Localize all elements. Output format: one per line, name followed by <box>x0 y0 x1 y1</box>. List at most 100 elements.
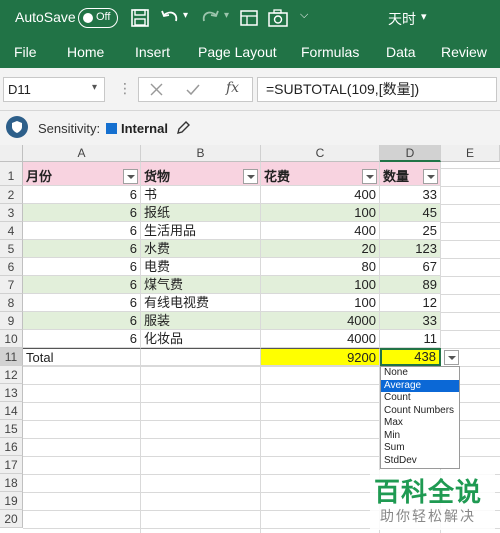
row-header[interactable]: 3 <box>0 204 23 222</box>
column-header-c[interactable]: C <box>261 145 380 162</box>
menu-option-count-numbers[interactable]: Count Numbers <box>381 405 459 418</box>
row-header[interactable]: 5 <box>0 240 23 258</box>
total-function-dropdown-icon[interactable] <box>444 350 459 365</box>
table-cell[interactable]: 服装 <box>141 312 261 330</box>
menu-option-count[interactable]: Count <box>381 392 459 405</box>
table-cell[interactable]: 12 <box>380 294 441 312</box>
row-header[interactable]: 4 <box>0 222 23 240</box>
confirm-entry-icon[interactable] <box>186 83 200 96</box>
table-cell[interactable]: 33 <box>380 312 441 330</box>
table-cell[interactable]: 6 <box>23 186 141 204</box>
row-header[interactable]: 15 <box>0 420 23 438</box>
table-cell[interactable]: 89 <box>380 276 441 294</box>
tab-page-layout[interactable]: Page Layout <box>198 37 277 68</box>
table-cell[interactable]: 水费 <box>141 240 261 258</box>
table-cell[interactable]: 6 <box>23 312 141 330</box>
table-cell[interactable]: 6 <box>23 204 141 222</box>
table-cell[interactable]: 33 <box>380 186 441 204</box>
undo-icon[interactable] <box>160 9 180 27</box>
row-header[interactable]: 12 <box>0 366 23 384</box>
table-cell[interactable]: 电费 <box>141 258 261 276</box>
table-cell[interactable]: 400 <box>261 186 380 204</box>
row-header[interactable]: 8 <box>0 294 23 312</box>
row-header[interactable]: 1 <box>0 162 23 186</box>
table-cell[interactable]: 45 <box>380 204 441 222</box>
filter-dropdown-icon[interactable] <box>423 169 438 184</box>
autosave-toggle[interactable]: Off <box>78 8 118 28</box>
row-header[interactable]: 20 <box>0 510 23 528</box>
table-cell[interactable]: 报纸 <box>141 204 261 222</box>
row-header[interactable]: 19 <box>0 492 23 510</box>
table-cell[interactable]: 4000 <box>261 312 380 330</box>
table-cell[interactable]: 6 <box>23 240 141 258</box>
total-empty-cell[interactable] <box>141 348 261 366</box>
sensitivity-shield-icon[interactable] <box>6 116 28 138</box>
redo-dropdown-icon[interactable]: ▾ <box>224 10 229 21</box>
row-header[interactable]: 13 <box>0 384 23 402</box>
tab-file[interactable]: File <box>14 37 37 68</box>
tab-formulas[interactable]: Formulas <box>301 37 359 68</box>
row-header[interactable]: 11 <box>0 348 23 366</box>
table-cell[interactable]: 6 <box>23 330 141 348</box>
name-box-dropdown-icon[interactable]: ▾ <box>92 82 97 93</box>
formula-input[interactable]: =SUBTOTAL(109,[数量]) <box>257 77 497 102</box>
row-header[interactable]: 7 <box>0 276 23 294</box>
sensitivity-value[interactable]: Internal <box>121 121 168 136</box>
column-e-cells[interactable] <box>441 162 500 366</box>
cancel-entry-icon[interactable] <box>150 83 163 96</box>
table-cell[interactable]: 100 <box>261 204 380 222</box>
filter-dropdown-icon[interactable] <box>243 169 258 184</box>
tab-insert[interactable]: Insert <box>135 37 170 68</box>
select-all-corner[interactable] <box>0 145 23 162</box>
table-cell[interactable]: 11 <box>380 330 441 348</box>
column-header-d[interactable]: D <box>380 145 441 162</box>
menu-option-none[interactable]: None <box>381 367 459 380</box>
name-box[interactable]: D11 <box>3 77 105 102</box>
table-cell[interactable]: 4000 <box>261 330 380 348</box>
table-icon[interactable] <box>240 9 258 27</box>
redo-icon[interactable] <box>200 9 220 27</box>
total-quantity[interactable]: 438 <box>380 348 441 366</box>
table-cell[interactable]: 400 <box>261 222 380 240</box>
filter-dropdown-icon[interactable] <box>362 169 377 184</box>
tab-data[interactable]: Data <box>386 37 416 68</box>
table-cell[interactable]: 6 <box>23 276 141 294</box>
table-cell[interactable]: 化妆品 <box>141 330 261 348</box>
tab-home[interactable]: Home <box>67 37 104 68</box>
table-cell[interactable]: 6 <box>23 294 141 312</box>
row-header[interactable]: 17 <box>0 456 23 474</box>
row-header[interactable]: 6 <box>0 258 23 276</box>
table-cell[interactable]: 煤气费 <box>141 276 261 294</box>
menu-option-average[interactable]: Average <box>381 379 459 392</box>
row-header[interactable]: 14 <box>0 402 23 420</box>
filter-dropdown-icon[interactable] <box>123 169 138 184</box>
table-cell[interactable]: 6 <box>23 258 141 276</box>
table-cell[interactable]: 100 <box>261 294 380 312</box>
table-cell[interactable]: 有线电视费 <box>141 294 261 312</box>
camera-icon[interactable] <box>268 9 288 27</box>
menu-option-min[interactable]: Min <box>381 430 459 443</box>
column-header-b[interactable]: B <box>141 145 261 162</box>
row-header[interactable]: 18 <box>0 474 23 492</box>
user-dropdown-icon[interactable]: ▾ <box>421 10 427 23</box>
edit-pencil-icon[interactable] <box>176 120 191 135</box>
qat-customize-icon[interactable]: ⌵ <box>300 9 308 22</box>
table-cell[interactable]: 书 <box>141 186 261 204</box>
menu-option-max[interactable]: Max <box>381 417 459 430</box>
undo-dropdown-icon[interactable]: ▾ <box>183 10 188 21</box>
table-cell[interactable]: 25 <box>380 222 441 240</box>
table-cell[interactable]: 100 <box>261 276 380 294</box>
row-header[interactable]: 2 <box>0 186 23 204</box>
table-cell[interactable]: 123 <box>380 240 441 258</box>
user-name[interactable]: 天时 <box>388 9 416 29</box>
table-cell[interactable]: 6 <box>23 222 141 240</box>
table-cell[interactable]: 生活用品 <box>141 222 261 240</box>
table-cell[interactable]: 80 <box>261 258 380 276</box>
total-label[interactable]: Total <box>23 348 141 366</box>
column-header-a[interactable]: A <box>23 145 141 162</box>
save-icon[interactable] <box>131 9 149 27</box>
column-header-e[interactable]: E <box>441 145 500 162</box>
row-header[interactable]: 16 <box>0 438 23 456</box>
table-cell[interactable]: 20 <box>261 240 380 258</box>
row-header[interactable]: 9 <box>0 312 23 330</box>
